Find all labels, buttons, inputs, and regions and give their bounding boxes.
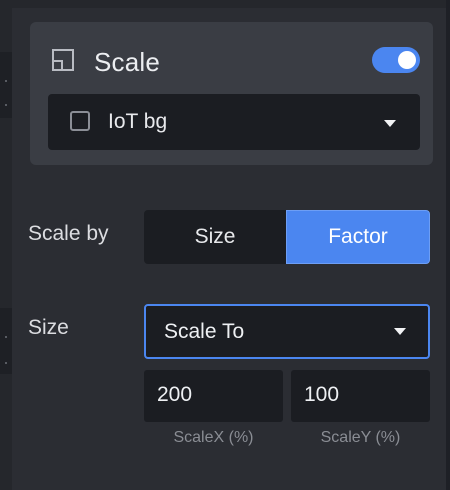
scale-mode-select[interactable]: Scale To [144,304,430,359]
background-select[interactable]: IoT bg [48,94,420,150]
rail-strip [0,308,12,374]
scale-by-factor-button[interactable]: Factor [286,210,430,264]
scale-x-caption: ScaleX (%) [173,429,254,446]
frame-icon [52,49,74,71]
scale-x-value: 200 [157,383,193,406]
rail-grip-dot [5,80,7,82]
scale-by-segmented-control: Size Factor [144,210,430,264]
size-label: Size [28,316,69,339]
scale-by-label: Scale by [28,222,109,245]
layer-enabled-toggle[interactable] [372,47,420,73]
rail-grip-dot [5,104,7,106]
scale-y-value: 100 [304,383,340,406]
layer-title: Scale [94,47,161,77]
toggle-knob [398,51,416,69]
scale-y-caption: ScaleY (%) [320,429,401,446]
left-panel-edge [0,0,12,490]
background-select-value: IoT bg [108,110,168,133]
scale-layer-card: Scale IoT bg [30,22,433,165]
scale-y-input[interactable]: 100 [291,370,430,422]
rail-strip [0,52,12,118]
scale-x-input[interactable]: 200 [144,370,283,422]
panel-divider[interactable] [446,0,450,490]
rail-grip-dot [5,336,7,338]
caret-down-icon [384,120,396,127]
scale-mode-value: Scale To [164,320,245,343]
caret-down-icon [394,328,406,335]
scale-by-size-button[interactable]: Size [144,210,286,264]
panel-top-edge [12,0,446,8]
rail-grip-dot [5,362,7,364]
color-swatch-icon [70,111,90,131]
